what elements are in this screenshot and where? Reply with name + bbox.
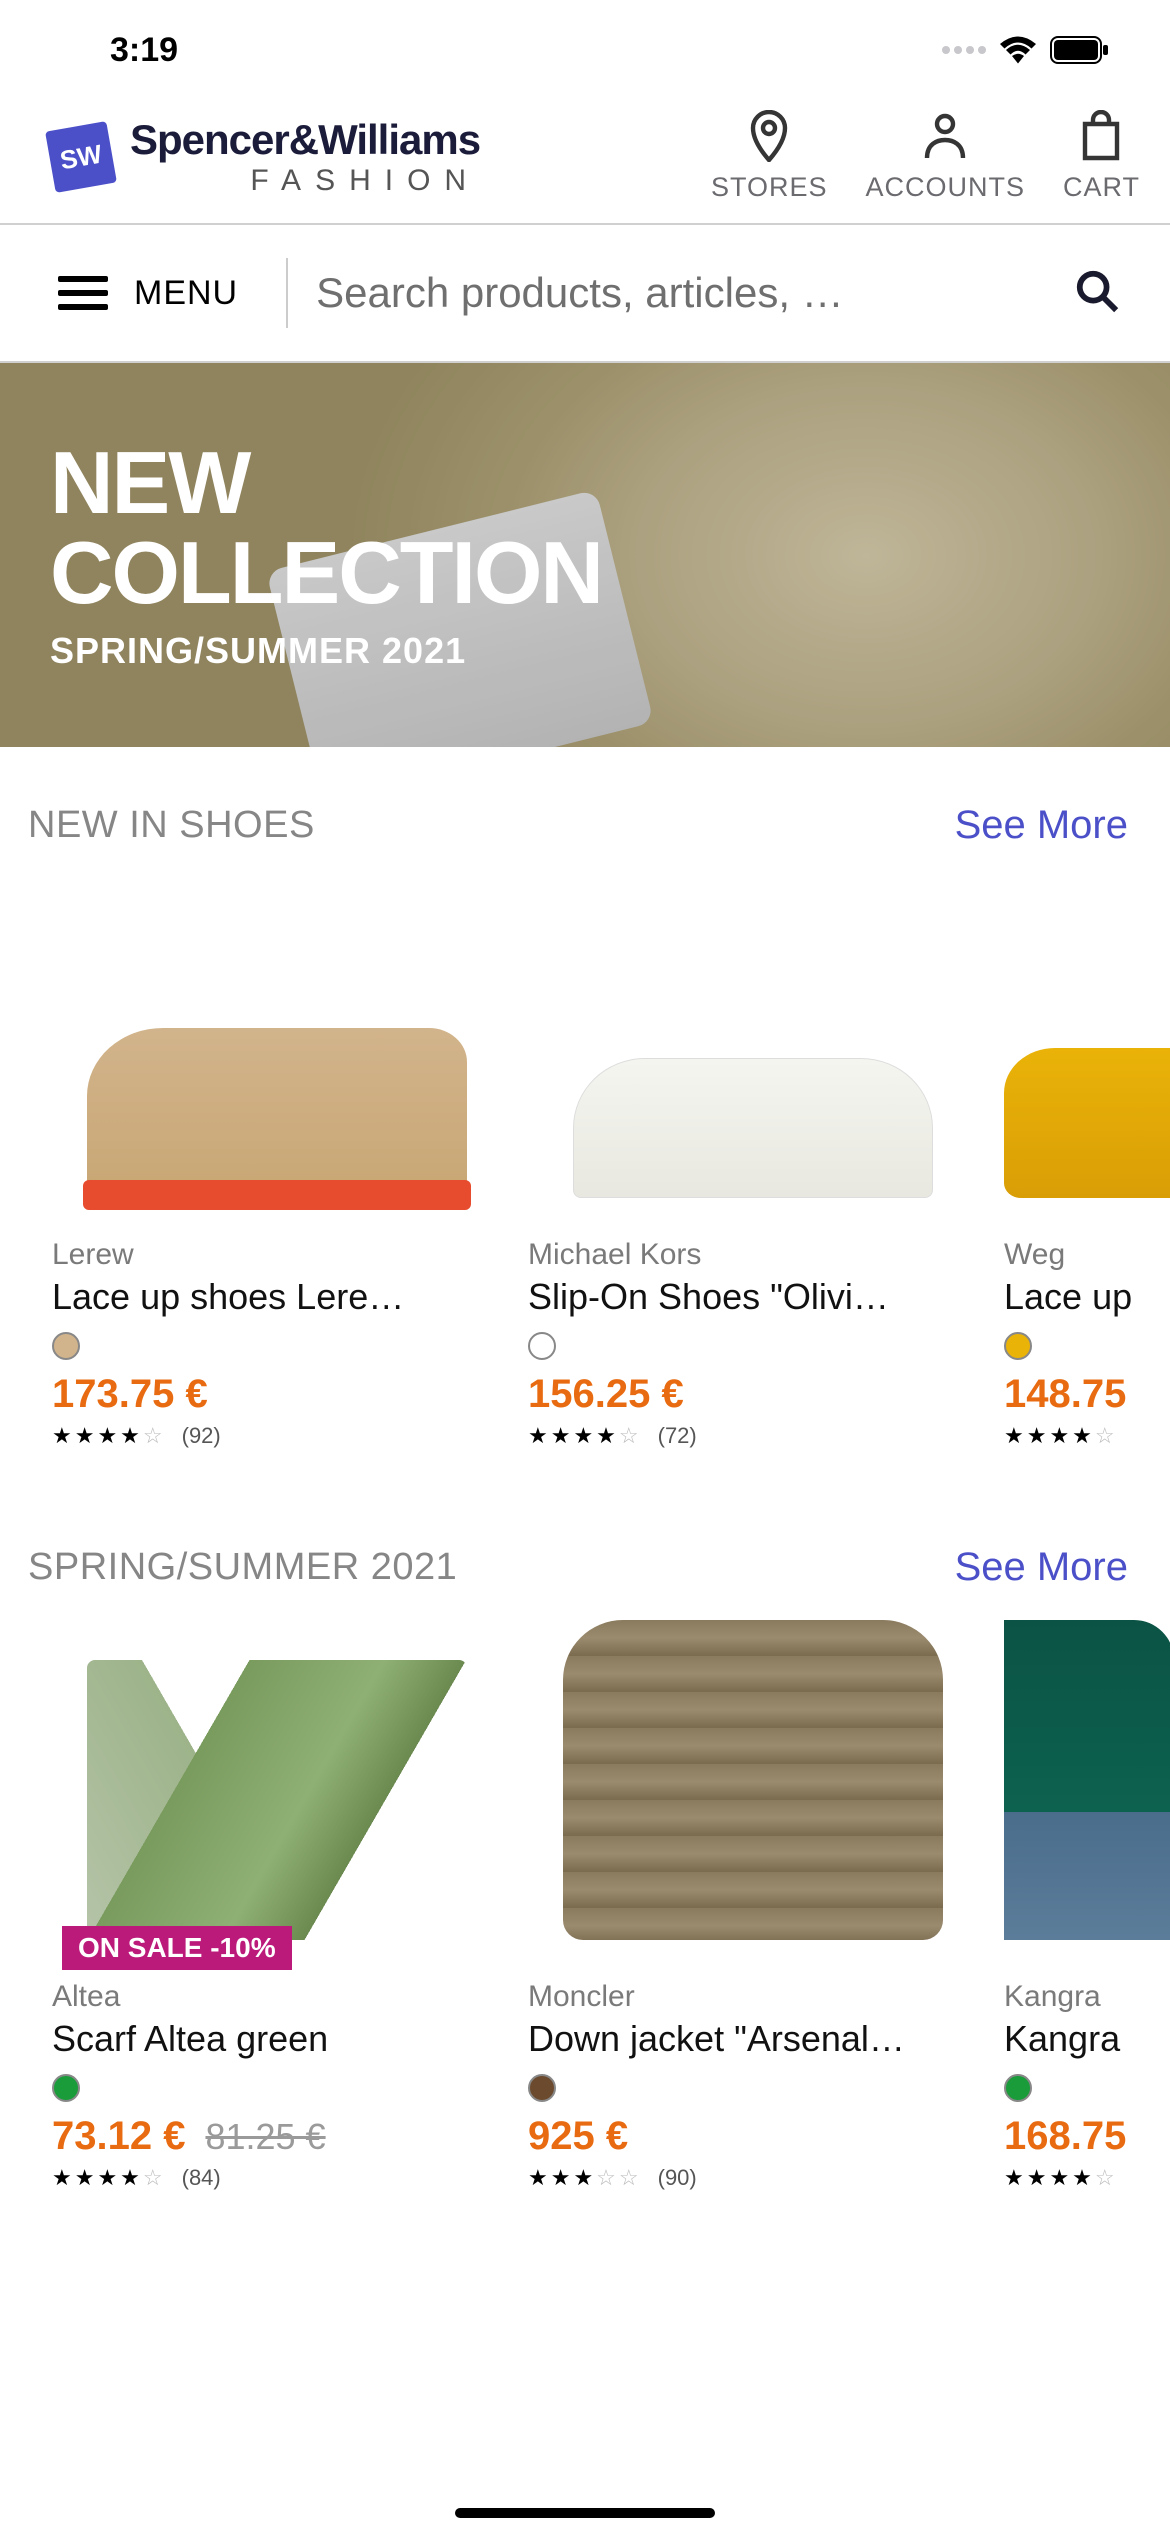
stores-label: STORES <box>711 172 828 203</box>
product-old-price: 81.25 € <box>205 2116 325 2158</box>
color-swatch[interactable] <box>528 2074 556 2102</box>
product-brand: Weg <box>1004 1238 1170 1272</box>
app-header: SW Spencer&Williams FASHION STORES ACCOU… <box>0 100 1170 223</box>
color-swatch[interactable] <box>1004 2074 1032 2102</box>
home-indicator[interactable] <box>455 2508 715 2518</box>
product-price: 156.25 € <box>528 1372 684 1417</box>
menu-button[interactable]: MENU <box>0 258 288 328</box>
product-card[interactable]: Lerew Lace up shoes Lere… 173.75 € ★★★★☆… <box>52 888 502 1449</box>
cart-label: CART <box>1063 172 1140 203</box>
location-pin-icon <box>745 110 793 162</box>
product-card[interactable]: Kangra Kangra 168.75 ★★★★☆ <box>1004 1630 1170 2191</box>
cart-button[interactable]: CART <box>1063 110 1140 203</box>
product-brand: Kangra <box>1004 1980 1170 2014</box>
color-swatch[interactable] <box>1004 1332 1032 1360</box>
section-header-spring: SPRING/SUMMER 2021 See More <box>0 1489 1170 1600</box>
see-more-link[interactable]: See More <box>955 803 1128 848</box>
product-price: 168.75 <box>1004 2114 1126 2159</box>
brand-subline: FASHION <box>130 164 480 198</box>
accounts-label: ACCOUNTS <box>865 172 1025 203</box>
product-name: Scarf Altea green <box>52 2018 502 2060</box>
search-icon <box>1074 268 1120 314</box>
status-bar: 3:19 <box>0 0 1170 100</box>
product-brand: Altea <box>52 1980 502 2014</box>
product-name: Lace up shoes Lere… <box>52 1276 502 1318</box>
search-input[interactable] <box>288 269 1074 317</box>
sale-badge: ON SALE -10% <box>62 1926 292 1970</box>
product-image <box>528 888 978 1228</box>
product-card[interactable]: Moncler Down jacket "Arsenal… 925 € ★★★☆… <box>528 1630 978 2191</box>
wifi-icon <box>1000 36 1036 64</box>
review-count: (90) <box>658 2165 697 2191</box>
section-header-shoes: NEW IN SHOES See More <box>0 747 1170 858</box>
product-row-spring[interactable]: ON SALE -10% Altea Scarf Altea green 73.… <box>0 1600 1170 2231</box>
product-name: Down jacket "Arsenal… <box>528 2018 978 2060</box>
color-swatch[interactable] <box>52 2074 80 2102</box>
product-name: Slip-On Shoes "Olivi… <box>528 1276 978 1318</box>
stores-button[interactable]: STORES <box>711 110 828 203</box>
product-image <box>1004 1630 1170 1970</box>
product-row-shoes[interactable]: Lerew Lace up shoes Lere… 173.75 € ★★★★☆… <box>0 858 1170 1489</box>
status-time: 3:19 <box>110 31 178 70</box>
search-button[interactable] <box>1074 268 1170 319</box>
product-price: 173.75 € <box>52 1372 208 1417</box>
menu-label: MENU <box>134 274 238 313</box>
see-more-link[interactable]: See More <box>955 1545 1128 1590</box>
menu-search-bar: MENU <box>0 223 1170 363</box>
product-name: Lace up <box>1004 1276 1170 1318</box>
product-price: 148.75 <box>1004 1372 1126 1417</box>
review-count: (84) <box>182 2165 221 2191</box>
product-name: Kangra <box>1004 2018 1170 2060</box>
product-rating: ★★★★☆ (84) <box>52 2165 502 2191</box>
hero-title: NEWCOLLECTION <box>50 438 1120 618</box>
product-rating: ★★★☆☆ (90) <box>528 2165 978 2191</box>
product-image <box>1004 888 1170 1228</box>
accounts-button[interactable]: ACCOUNTS <box>865 110 1025 203</box>
product-price: 73.12 € <box>52 2114 185 2159</box>
section-title: SPRING/SUMMER 2021 <box>28 1546 457 1589</box>
product-rating: ★★★★☆ (92) <box>52 1423 502 1449</box>
product-brand: Lerew <box>52 1238 502 1272</box>
product-card[interactable]: Michael Kors Slip-On Shoes "Olivi… 156.2… <box>528 888 978 1449</box>
review-count: (92) <box>182 1423 221 1449</box>
brand-name: Spencer&Williams <box>130 116 480 164</box>
product-image <box>52 888 502 1228</box>
color-swatch[interactable] <box>528 1332 556 1360</box>
product-rating: ★★★★☆ (72) <box>528 1423 978 1449</box>
product-price: 925 € <box>528 2114 628 2159</box>
hero-banner[interactable]: NEWCOLLECTION SPRING/SUMMER 2021 <box>0 363 1170 747</box>
product-image: ON SALE -10% <box>52 1630 502 1970</box>
logo-mark: SW <box>45 121 117 193</box>
section-title: NEW IN SHOES <box>28 804 315 847</box>
person-icon <box>921 110 969 162</box>
status-indicators <box>942 36 1110 64</box>
shopping-bag-icon <box>1077 110 1125 162</box>
brand-logo[interactable]: SW Spencer&Williams FASHION <box>50 116 681 198</box>
color-swatch[interactable] <box>52 1332 80 1360</box>
hero-subtitle: SPRING/SUMMER 2021 <box>50 630 1120 672</box>
product-card[interactable]: ON SALE -10% Altea Scarf Altea green 73.… <box>52 1630 502 2191</box>
product-brand: Michael Kors <box>528 1238 978 1272</box>
product-brand: Moncler <box>528 1980 978 2014</box>
hamburger-icon <box>58 276 108 310</box>
product-rating: ★★★★☆ <box>1004 1423 1170 1449</box>
product-image <box>528 1630 978 1970</box>
product-card[interactable]: Weg Lace up 148.75 ★★★★☆ <box>1004 888 1170 1449</box>
product-rating: ★★★★☆ <box>1004 2165 1170 2191</box>
review-count: (72) <box>658 1423 697 1449</box>
battery-icon <box>1050 36 1110 64</box>
